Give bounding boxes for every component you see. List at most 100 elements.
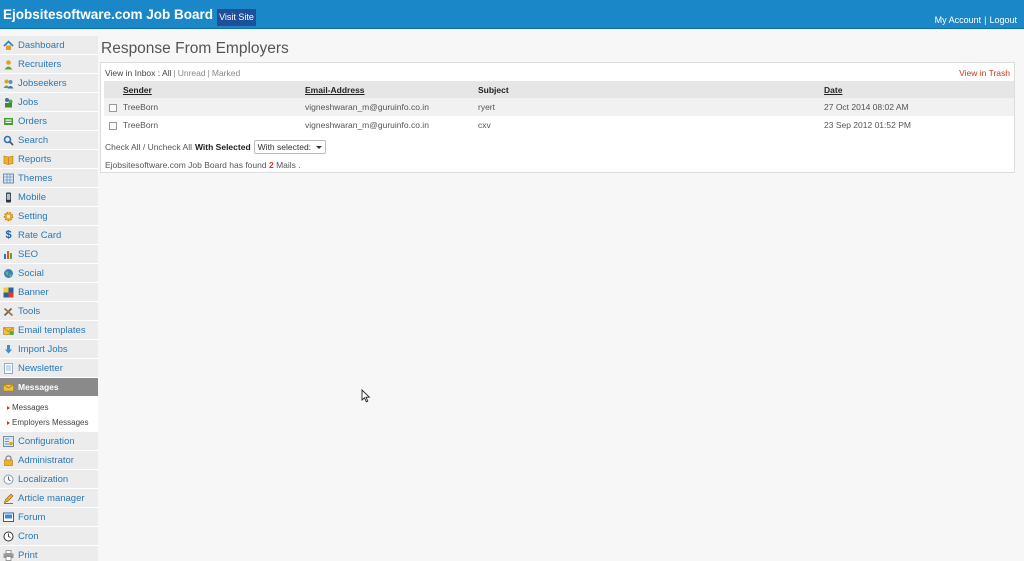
view-trash-link[interactable]: View in Trash (959, 68, 1010, 78)
logout-link[interactable]: Logout (989, 15, 1017, 25)
messages-table: Sender Email-Address Subject Date TreeBo… (104, 81, 1014, 134)
sidebar-item-setting[interactable]: Setting (0, 207, 98, 226)
mobile-icon (3, 192, 14, 203)
submenu-label: Messages (12, 403, 49, 412)
mail-count: 2 (268, 160, 274, 170)
user-icon (3, 59, 14, 70)
sidebar-item-reports[interactable]: Reports (0, 150, 98, 169)
check-all-link[interactable]: Check All (105, 142, 140, 152)
bulk-actions: Check All / Uncheck All With Selected Wi… (105, 140, 327, 154)
sidebar-item-localization[interactable]: Localization (0, 470, 98, 489)
sidebar-item-orders[interactable]: Orders (0, 112, 98, 131)
sidebar-item-forum[interactable]: Forum (0, 508, 98, 527)
email-cell: vigneshwaran_m@guruinfo.co.in (303, 116, 476, 134)
filter-all-link[interactable]: All (162, 68, 171, 78)
subject-cell[interactable]: cxv (476, 116, 822, 134)
sidebar-item-print[interactable]: Print (0, 546, 98, 561)
sidebar-item-recruiters[interactable]: Recruiters (0, 55, 98, 74)
sidebar-item-email-templates[interactable]: Email templates (0, 321, 98, 340)
table-row[interactable]: TreeBorn vigneshwaran_m@guruinfo.co.in c… (104, 116, 1014, 134)
bar-chart-icon (3, 249, 14, 260)
home-icon (3, 39, 14, 51)
mouse-cursor-icon (361, 388, 371, 403)
sidebar-item-social[interactable]: Social (0, 264, 98, 283)
search-icon (3, 135, 14, 146)
sidebar-item-themes[interactable]: Themes (0, 169, 98, 188)
sidebar-item-label: Jobseekers (18, 77, 67, 89)
dollar-icon: $ (5, 228, 12, 241)
sidebar-item-jobseekers[interactable]: Jobseekers (0, 74, 98, 93)
sidebar-item-label: Administrator (18, 454, 74, 466)
messages-panel: View in Inbox : All | Unread | Marked View i… (100, 62, 1015, 173)
cart-icon (3, 116, 14, 127)
sidebar-item-mobile[interactable]: Mobile (0, 188, 98, 207)
cron-clock-icon (3, 531, 14, 542)
sidebar-nav: Dashboard Recruiters Jobseekers Jobs Ord… (0, 36, 98, 561)
email-icon (3, 325, 14, 336)
subject-cell[interactable]: ryert (476, 98, 822, 116)
sidebar-item-label: Reports (18, 153, 52, 165)
sidebar-item-newsletter[interactable]: Newsletter (0, 359, 98, 378)
sidebar-item-configuration[interactable]: Configuration (0, 432, 98, 451)
checkbox-column-header (104, 81, 121, 98)
column-header-date[interactable]: Date (822, 81, 1014, 98)
found-suffix: Mails . (276, 160, 301, 170)
filter-prefix: View in Inbox : (105, 68, 161, 78)
globe-icon (3, 268, 14, 279)
people-icon (3, 97, 14, 108)
sender-cell: TreeBorn (121, 116, 303, 134)
sidebar-item-seo[interactable]: SEO (0, 245, 98, 264)
row-checkbox[interactable] (109, 103, 117, 112)
sidebar-item-label: Search (18, 134, 49, 146)
submenu-item-employers-messages[interactable]: Employers Messages (7, 415, 98, 430)
messages-icon (3, 382, 14, 393)
sidebar-item-dashboard[interactable]: Dashboard (0, 36, 98, 55)
sidebar-item-label: Rate Card (18, 229, 62, 241)
submenu-item-messages[interactable]: Messages (7, 400, 98, 415)
uncheck-all-link[interactable]: Uncheck All (148, 142, 192, 152)
sidebar-item-messages[interactable]: Messages (0, 378, 98, 397)
sidebar-item-label: Orders (18, 115, 48, 127)
sidebar-item-label: Messages (18, 382, 59, 392)
sidebar-item-tools[interactable]: Tools (0, 302, 98, 321)
sidebar-item-label: Email templates (18, 324, 86, 336)
sidebar-item-label: Setting (18, 210, 48, 222)
sidebar-item-label: Article manager (18, 492, 85, 504)
sidebar-item-banner[interactable]: Banner (0, 283, 98, 302)
sidebar-item-article-manager[interactable]: Article manager (0, 489, 98, 508)
sidebar-item-import-jobs[interactable]: Import Jobs (0, 340, 98, 359)
book-icon (3, 154, 14, 165)
sidebar-item-label: Social (18, 267, 44, 279)
sidebar-item-search[interactable]: Search (0, 131, 98, 150)
sidebar-item-rate-card[interactable]: $ Rate Card (0, 226, 98, 245)
found-prefix: Ejobsitesoftware.com Job Board has found (105, 160, 267, 170)
download-icon (3, 344, 14, 355)
sidebar-item-label: Jobs (18, 96, 39, 108)
sidebar-item-label: Recruiters (18, 58, 62, 70)
gear-icon (3, 211, 14, 222)
sidebar-item-label: Newsletter (18, 362, 63, 374)
arrow-right-icon (7, 405, 10, 410)
sidebar-item-label: Mobile (18, 191, 46, 203)
sidebar-item-administrator[interactable]: Administrator (0, 451, 98, 470)
sidebar-item-cron[interactable]: Cron (0, 527, 98, 546)
sidebar-item-jobs[interactable]: Jobs (0, 93, 98, 112)
filter-marked-link[interactable]: Marked (212, 68, 240, 78)
forum-icon (3, 512, 14, 523)
sidebar-item-label: Print (18, 549, 38, 561)
sidebar-item-label: Cron (18, 530, 39, 542)
table-row[interactable]: TreeBorn vigneshwaran_m@guruinfo.co.in r… (104, 98, 1014, 116)
sidebar-item-label: Banner (18, 286, 49, 298)
page-title: Response From Employers (101, 40, 289, 57)
brand-title[interactable]: Ejobsitesoftware.com Job Board (3, 7, 213, 22)
row-checkbox[interactable] (109, 121, 117, 130)
my-account-link[interactable]: My Account (935, 15, 982, 25)
column-header-sender[interactable]: Sender (121, 81, 303, 98)
column-header-subject: Subject (476, 81, 822, 98)
with-selected-dropdown[interactable]: With selected: (253, 140, 327, 154)
top-header: Ejobsitesoftware.com Job Board Visit Sit… (0, 0, 1024, 29)
submenu-label: Employers Messages (12, 418, 89, 427)
filter-unread-link[interactable]: Unread (178, 68, 206, 78)
visit-site-button[interactable]: Visit Site (217, 9, 256, 26)
column-header-email[interactable]: Email-Address (303, 81, 476, 98)
